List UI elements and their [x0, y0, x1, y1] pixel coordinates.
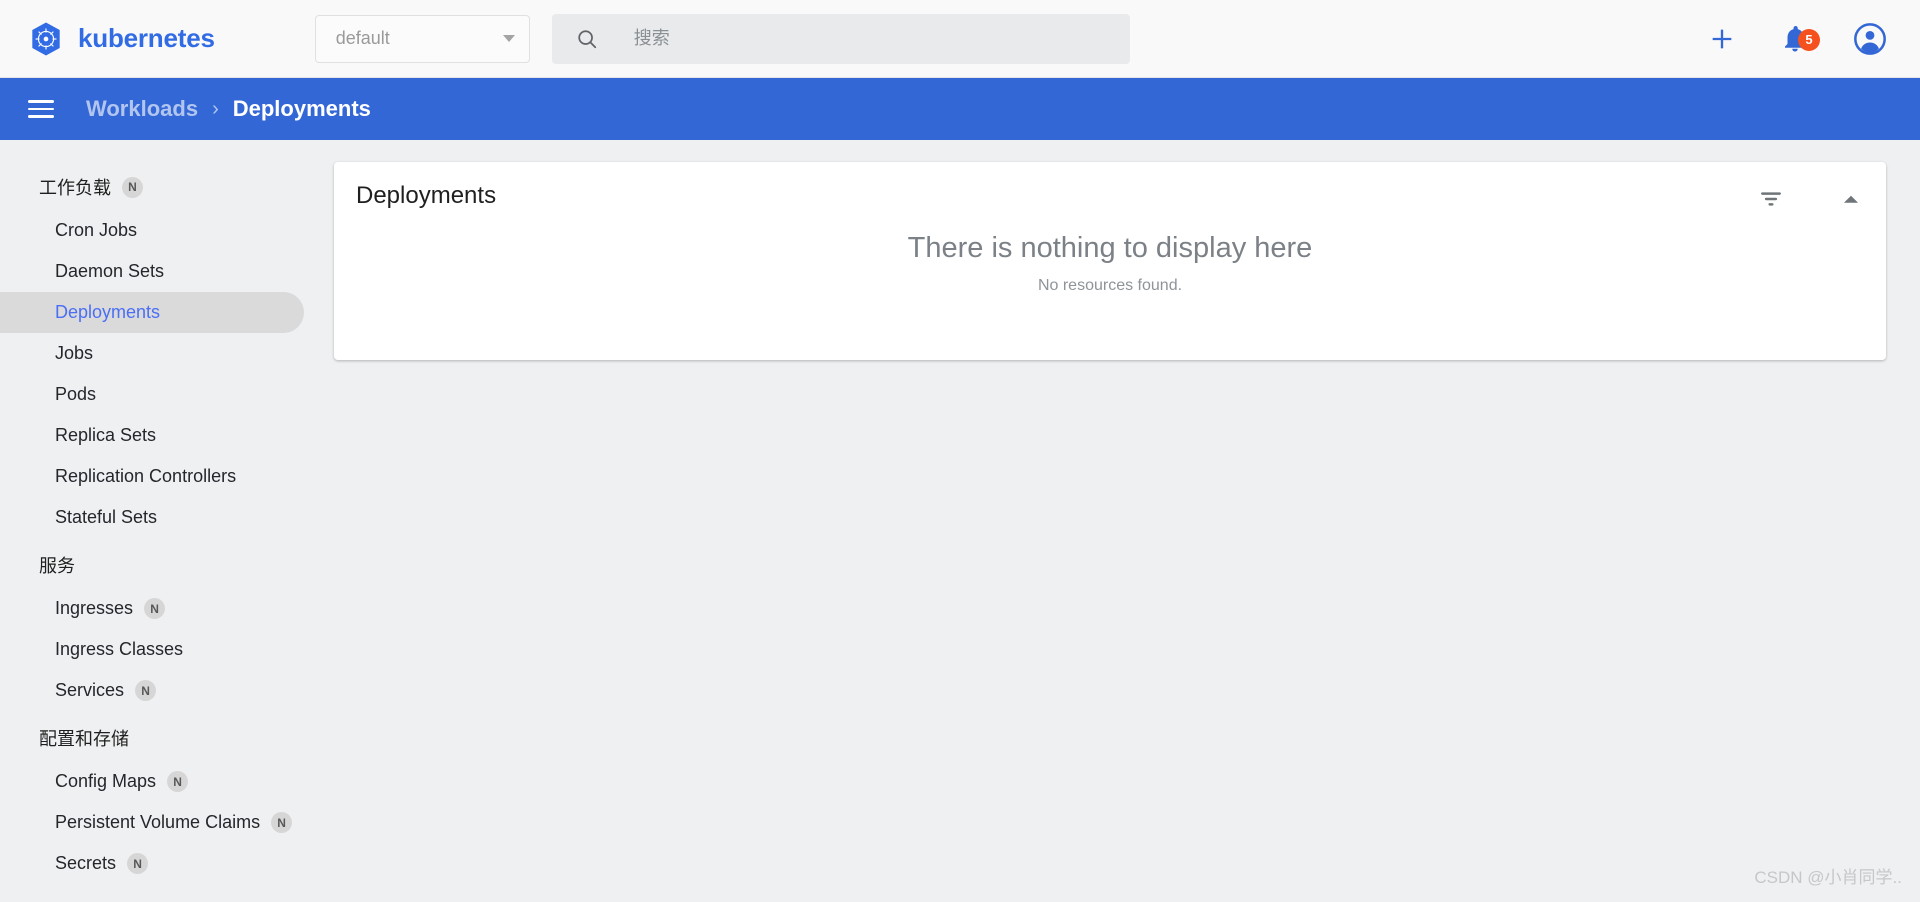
create-resource-button[interactable] — [1708, 25, 1736, 53]
sidebar-item-label: Jobs — [55, 343, 94, 363]
sidebar-item-label: Ingress Classes — [55, 639, 184, 659]
sidebar-item-label: Services — [55, 680, 125, 700]
sidebar-item-label: Secrets — [55, 853, 117, 873]
search-input[interactable] — [633, 28, 1130, 49]
filter-button[interactable] — [1756, 184, 1786, 214]
namespaced-badge: N — [127, 853, 149, 874]
main-content: Deployments There is nothing to display … — [334, 140, 1920, 902]
hamburger-menu-icon[interactable] — [28, 95, 54, 123]
card-title: Deployments — [356, 182, 497, 209]
sidebar-item-persistent-volume-claims[interactable]: Persistent Volume Claims N — [0, 802, 304, 843]
sidebar-item-replica-sets[interactable]: Replica Sets — [0, 415, 304, 456]
brand-logo-area[interactable]: kubernetes — [28, 21, 215, 57]
brand-name: kubernetes — [78, 23, 215, 53]
breadcrumb-separator-icon: › — [212, 97, 219, 120]
sidebar-item-stateful-sets[interactable]: Stateful Sets — [0, 497, 304, 538]
sidebar-item-services[interactable]: Services N — [0, 670, 304, 711]
sidebar-item-label: Cron Jobs — [55, 220, 138, 240]
namespaced-badge: N — [144, 598, 166, 619]
topbar-actions: 5 — [1708, 22, 1886, 55]
notifications-count-badge: 5 — [1798, 28, 1820, 51]
sidebar-item-label: Replication Controllers — [55, 466, 237, 486]
sidebar-item-pods[interactable]: Pods — [0, 374, 304, 415]
kubernetes-helm-icon — [32, 21, 60, 56]
nav-group-title: 服务 — [0, 538, 334, 588]
sidebar-item-label: Ingresses — [55, 598, 134, 618]
nav-group-title: 配置和存储 — [0, 711, 334, 761]
top-app-bar: kubernetes default 5 — [0, 0, 1920, 78]
breadcrumb-parent[interactable]: Workloads — [86, 96, 198, 122]
nav-group-label: 配置和存储 — [39, 729, 129, 749]
breadcrumb-bar: Workloads › Deployments — [0, 78, 1920, 140]
sidebar-item-ingress-classes[interactable]: Ingress Classes — [0, 629, 304, 670]
sidebar-item-secrets[interactable]: Secrets N — [0, 843, 304, 884]
nav-group-label: 服务 — [39, 556, 75, 576]
filter-list-icon — [1761, 192, 1781, 206]
sidebar-item-label: Daemon Sets — [55, 261, 165, 281]
empty-state-subtitle: No resources found. — [1037, 277, 1183, 294]
namespace-select[interactable]: default — [314, 14, 530, 63]
deployments-card: Deployments There is nothing to display … — [334, 162, 1886, 360]
sidebar-item-jobs[interactable]: Jobs — [0, 333, 304, 374]
breadcrumb-current: Deployments — [232, 96, 371, 121]
sidebar-nav: 工作负载 N Cron Jobs Daemon Sets Deployments Jobs… — [0, 140, 334, 902]
nav-group-label: 工作负载 — [39, 178, 111, 198]
card-actions — [1756, 184, 1866, 214]
namespaced-badge: N — [135, 680, 157, 701]
breadcrumb: Workloads › Deployments — [86, 96, 371, 122]
namespaced-badge: N — [271, 812, 293, 833]
sidebar-item-label: Replica Sets — [55, 425, 157, 445]
namespaced-badge: N — [122, 176, 143, 198]
sidebar-item-label: Pods — [55, 384, 97, 404]
notifications-button[interactable]: 5 — [1780, 24, 1820, 54]
empty-state-title: There is nothing to display here — [907, 232, 1313, 264]
sidebar-item-replication-controllers[interactable]: Replication Controllers — [0, 456, 304, 497]
collapse-card-button[interactable] — [1836, 184, 1866, 214]
empty-state: There is nothing to display here No reso… — [334, 232, 1886, 295]
chevron-up-icon — [1843, 195, 1859, 203]
sidebar-item-deployments[interactable]: Deployments — [0, 292, 304, 333]
sidebar-item-daemon-sets[interactable]: Daemon Sets — [0, 251, 304, 292]
sidebar-item-config-maps[interactable]: Config Maps N — [0, 761, 304, 802]
sidebar-item-cron-jobs[interactable]: Cron Jobs — [0, 210, 304, 251]
namespace-value: default — [335, 28, 390, 48]
sidebar-item-label: Config Maps — [55, 771, 157, 791]
nav-group-title: 工作负载 N — [0, 160, 334, 210]
namespaced-badge: N — [167, 771, 189, 792]
chevron-down-icon — [502, 35, 515, 42]
account-circle-icon — [1854, 22, 1886, 55]
sidebar-item-label: Persistent Volume Claims — [55, 812, 261, 832]
sidebar-item-label: Stateful Sets — [55, 507, 158, 527]
search-icon — [578, 29, 596, 48]
sidebar-item-ingresses[interactable]: Ingresses N — [0, 588, 304, 629]
sidebar-item-label: Deployments — [55, 302, 161, 322]
search-box[interactable] — [551, 13, 1130, 64]
plus-icon — [1712, 29, 1732, 48]
account-button[interactable] — [1854, 22, 1886, 55]
